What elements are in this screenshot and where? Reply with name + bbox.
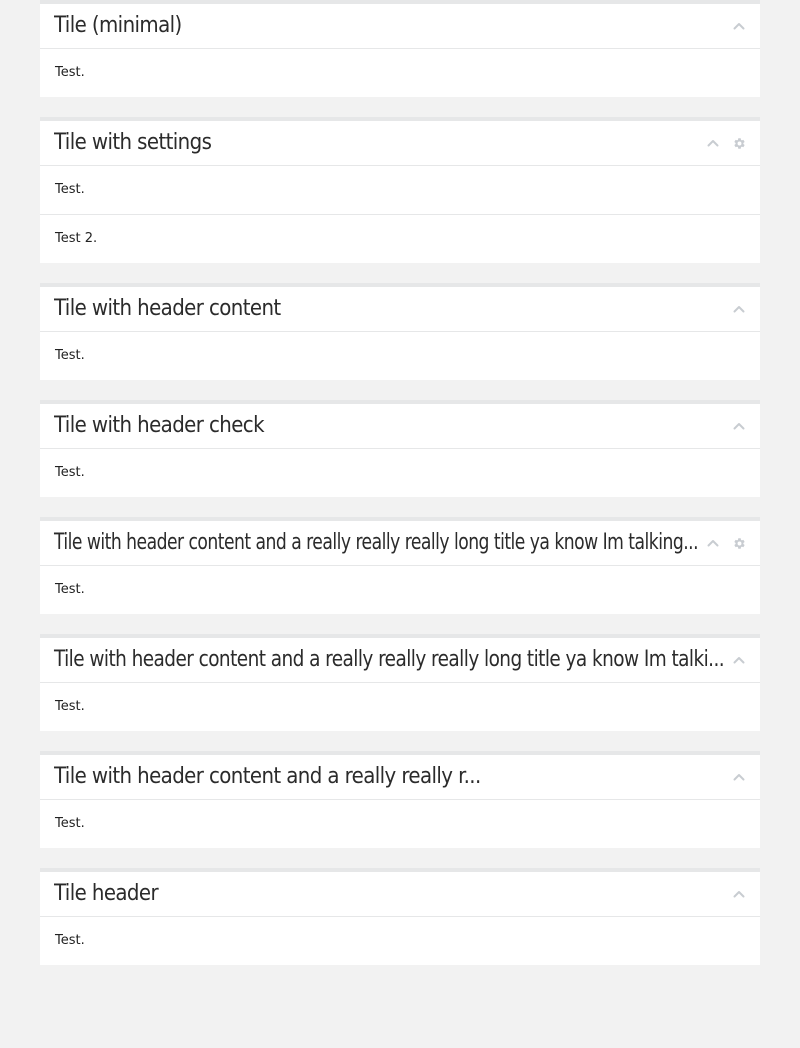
tile-body: Test.	[40, 449, 760, 497]
tile-title: Tile with settings	[54, 130, 212, 155]
tile-header[interactable]: Tile with settings	[40, 121, 760, 166]
tile-1: Tile (minimal) Test.	[40, 0, 760, 97]
tile-actions	[732, 19, 746, 33]
tile-body: Test.	[40, 683, 760, 731]
chevron-up-icon[interactable]	[732, 887, 746, 901]
chevron-up-icon[interactable]	[706, 536, 720, 550]
tile-body: Test.	[40, 49, 760, 97]
tile-row: Test.	[55, 699, 85, 714]
tile-title: Tile header	[54, 881, 159, 906]
chevron-up-icon[interactable]	[732, 653, 746, 667]
tile-actions	[706, 136, 746, 150]
tile-3: Tile with header content Test.	[40, 283, 760, 380]
tile-body: Test.	[40, 800, 760, 848]
gear-icon[interactable]	[732, 536, 746, 550]
tile-header[interactable]: Tile with header content and a really re…	[40, 755, 760, 800]
tile-title: Tile with header content and a really re…	[54, 647, 725, 672]
tile-row: Test 2.	[40, 214, 760, 263]
tile-row: Test.	[55, 65, 85, 80]
tile-header[interactable]: Tile with header content and a really re…	[40, 638, 760, 683]
tile-actions	[732, 302, 746, 316]
tile-actions	[732, 770, 746, 784]
tile-body: Test.	[40, 917, 760, 965]
tile-8: Tile header Test.	[40, 868, 760, 965]
tile-actions	[706, 536, 746, 550]
tile-body: Test.	[40, 332, 760, 380]
tile-title: Tile with header content and a really re…	[54, 764, 481, 789]
tile-list: Tile (minimal) Test. Tile with settings	[40, 0, 760, 985]
tile-actions	[732, 887, 746, 901]
tile-actions	[732, 419, 746, 433]
tile-7: Tile with header content and a really re…	[40, 751, 760, 848]
tile-body: Test.	[40, 566, 760, 614]
chevron-up-icon[interactable]	[732, 770, 746, 784]
chevron-up-icon[interactable]	[732, 419, 746, 433]
tile-header[interactable]: Tile header	[40, 872, 760, 917]
tile-5: Tile with header content and a really re…	[40, 517, 760, 614]
chevron-up-icon[interactable]	[732, 19, 746, 33]
tile-row: Test.	[55, 582, 85, 597]
tile-row: Test.	[55, 182, 85, 197]
tile-row: Test.	[55, 933, 85, 948]
tile-header[interactable]: Tile with header content and a really re…	[40, 521, 760, 566]
gear-icon[interactable]	[732, 136, 746, 150]
chevron-up-icon[interactable]	[732, 302, 746, 316]
tile-6: Tile with header content and a really re…	[40, 634, 760, 731]
tile-row: Test.	[55, 348, 85, 363]
tile-title: Tile with header check	[54, 413, 265, 438]
tile-row: Test.	[55, 816, 85, 831]
tile-title: Tile (minimal)	[54, 13, 182, 38]
tile-title: Tile with header content	[54, 296, 281, 321]
chevron-up-icon[interactable]	[706, 136, 720, 150]
tile-header[interactable]: Tile with header check	[40, 404, 760, 449]
tile-title: Tile with header content and a really re…	[54, 530, 699, 555]
tile-header[interactable]: Tile (minimal)	[40, 4, 760, 49]
tile-2: Tile with settings Test. Test 2.	[40, 117, 760, 263]
tile-4: Tile with header check Test.	[40, 400, 760, 497]
tile-body: Test. Test 2.	[40, 166, 760, 263]
tile-actions	[732, 653, 746, 667]
tile-header[interactable]: Tile with header content	[40, 287, 760, 332]
tile-row: Test.	[55, 465, 85, 480]
